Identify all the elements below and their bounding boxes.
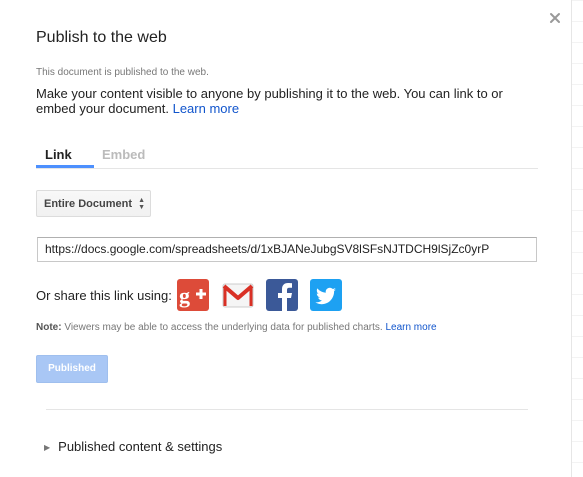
published-settings-toggle[interactable]: ▶ Published content & settings <box>44 439 222 454</box>
expand-triangle-icon: ▶ <box>44 443 51 452</box>
publish-dialog: Publish to the web This document is publ… <box>0 0 570 477</box>
google-plus-icon[interactable]: g <box>177 279 209 311</box>
note-body: Viewers may be able to access the underl… <box>61 322 386 333</box>
close-icon[interactable] <box>546 9 564 27</box>
tab-embed[interactable]: Embed <box>102 147 145 162</box>
up-down-arrows-icon: ▲ ▼ <box>138 197 145 211</box>
published-url-field[interactable]: https://docs.google.com/spreadsheets/d/1… <box>37 237 537 262</box>
note-text: Note: Viewers may be able to access the … <box>36 322 437 333</box>
note-learn-more-link[interactable]: Learn more <box>385 322 436 333</box>
note-prefix: Note: <box>36 322 62 333</box>
description-text: Make your content visible to anyone by p… <box>36 86 503 116</box>
spreadsheet-grid-background <box>571 0 583 477</box>
svg-text:g: g <box>179 283 190 308</box>
published-button[interactable]: Published <box>36 355 108 383</box>
learn-more-link[interactable]: Learn more <box>173 101 239 116</box>
active-tab-indicator <box>36 165 94 168</box>
facebook-icon[interactable] <box>266 279 298 311</box>
settings-label: Published content & settings <box>58 439 223 454</box>
share-label: Or share this link using: <box>36 288 172 303</box>
divider <box>46 409 528 410</box>
scope-select[interactable]: Entire Document ▲ ▼ <box>36 190 151 217</box>
scope-select-value: Entire Document <box>44 198 133 210</box>
publish-status-text: This document is published to the web. <box>36 67 209 78</box>
tab-bar: Link Embed <box>36 145 538 169</box>
dialog-title: Publish to the web <box>36 29 167 46</box>
tab-link[interactable]: Link <box>45 147 72 162</box>
gmail-icon[interactable] <box>222 279 254 311</box>
dialog-description: Make your content visible to anyone by p… <box>36 86 536 116</box>
twitter-icon[interactable] <box>310 279 342 311</box>
